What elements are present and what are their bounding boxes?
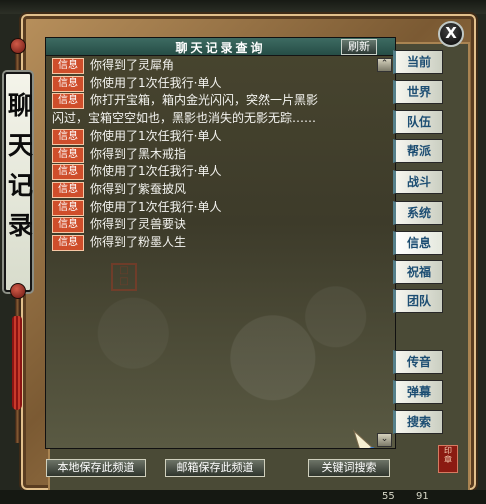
- tab-group[interactable]: 团队: [393, 289, 443, 313]
- tab-team[interactable]: 队伍: [393, 110, 443, 134]
- status-left-value: 55: [382, 491, 395, 502]
- info-tag: 信息: [52, 58, 84, 74]
- chat-message: 信息 你得到了紫蚕披风: [52, 181, 372, 199]
- top-scroll-knob: [10, 38, 26, 54]
- tab-info[interactable]: 信息: [393, 231, 443, 255]
- scroll-down-icon[interactable]: ⌄: [377, 433, 392, 447]
- info-tag: 信息: [52, 128, 84, 145]
- info-tag: 信息: [52, 75, 84, 92]
- message-text: 你得到了黑木戒指: [90, 146, 187, 161]
- chat-message: 信息 你使用了1次任我行·单人: [52, 199, 372, 217]
- scroll-up-icon[interactable]: ⌃: [377, 58, 392, 72]
- message-list: 信息 你得到了灵犀角 信息 你使用了1次任我行·单人 信息 你打开宝箱，箱内金光闪闪，…: [52, 57, 372, 292]
- chat-message: 信息 你使用了1次任我行·单人: [52, 128, 372, 146]
- red-tassel: [12, 316, 22, 410]
- message-text: 你得到了灵犀角: [90, 58, 175, 72]
- chat-log-header: 聊天记录查询 刷新: [46, 38, 395, 56]
- info-tag: 信息: [52, 181, 84, 198]
- tab-current[interactable]: 当前: [393, 50, 443, 74]
- keyword-search-button[interactable]: 关键词搜索: [308, 459, 390, 477]
- chat-message: 信息 你得到了黑木戒指: [52, 146, 372, 164]
- info-tag: 信息: [52, 93, 84, 110]
- message-text: 你使用了1次任我行·单人: [90, 199, 222, 214]
- tab-blessing[interactable]: 祝福: [393, 260, 443, 284]
- tab-system[interactable]: 系统: [393, 201, 443, 225]
- tab-bullet-chat[interactable]: 弹幕: [393, 380, 443, 404]
- refresh-button[interactable]: 刷新: [341, 39, 377, 55]
- window-title-scroll: 聊天记录: [4, 72, 34, 292]
- side-title: 聊天记录: [8, 91, 34, 240]
- tab-world[interactable]: 世界: [393, 80, 443, 104]
- message-text: 你使用了1次任我行·单人: [90, 75, 222, 90]
- channel-tabs: 当前 世界 队伍 帮派 战斗 系统 信息 祝福 团队 传音 弹幕 搜索: [393, 50, 443, 440]
- info-tag: 信息: [52, 235, 84, 252]
- message-text: 你使用了1次任我行·单人: [90, 164, 222, 179]
- message-text: 你得到了灵兽要诀: [90, 217, 187, 232]
- message-text: 你打开宝箱，箱内金光闪闪，突然一片黑影: [90, 93, 319, 108]
- chat-message: 信息 你使用了1次任我行·单人: [52, 163, 372, 181]
- info-tag: 信息: [52, 164, 84, 181]
- chat-log-panel: 聊天记录查询 刷新 ⌃ 信息 你得到了灵犀角 信息 你使用了1次任我行·单人 信息你…: [45, 37, 396, 449]
- red-stamp-icon: 印章: [438, 445, 458, 473]
- info-tag: 信息: [52, 199, 84, 216]
- chat-message: 信息 你得到了灵犀角: [52, 57, 372, 75]
- chat-message: 信息 你使用了1次任我行·单人: [52, 75, 372, 93]
- tab-search[interactable]: 搜索: [393, 410, 443, 434]
- chat-message: 信息 你得到了灵兽要诀: [52, 216, 372, 234]
- info-tag: 信息: [52, 217, 84, 234]
- tab-guild[interactable]: 帮派: [393, 139, 443, 163]
- info-tag: 信息: [52, 146, 84, 163]
- message-text: 你使用了1次任我行·单人: [90, 128, 222, 143]
- email-save-channel-button[interactable]: 邮箱保存此频道: [165, 459, 265, 477]
- tab-combat[interactable]: 战斗: [393, 170, 443, 194]
- tab-whisper[interactable]: 传音: [393, 350, 443, 374]
- chat-history-scroll-decoration: 聊天记录: [4, 38, 34, 443]
- message-text: 你得到了紫蚕披风: [90, 181, 187, 196]
- bottom-status-strip: 55 91: [0, 490, 486, 504]
- close-button[interactable]: X: [438, 21, 464, 47]
- chat-message-continuation: 闪过，宝箱空空如也，黑影也消失的无影无踪……: [52, 111, 317, 126]
- chat-message: 信息 你打开宝箱，箱内金光闪闪，突然一片黑影: [52, 92, 372, 110]
- save-local-channel-button[interactable]: 本地保存此频道: [46, 459, 146, 477]
- bottom-scroll-knob: [10, 283, 26, 299]
- message-text: 你得到了粉墨人生: [90, 235, 187, 250]
- faint-seal-icon: □ □: [111, 263, 137, 291]
- chat-message: 信息 你得到了粉墨人生: [52, 234, 372, 252]
- status-right-value: 91: [416, 491, 429, 502]
